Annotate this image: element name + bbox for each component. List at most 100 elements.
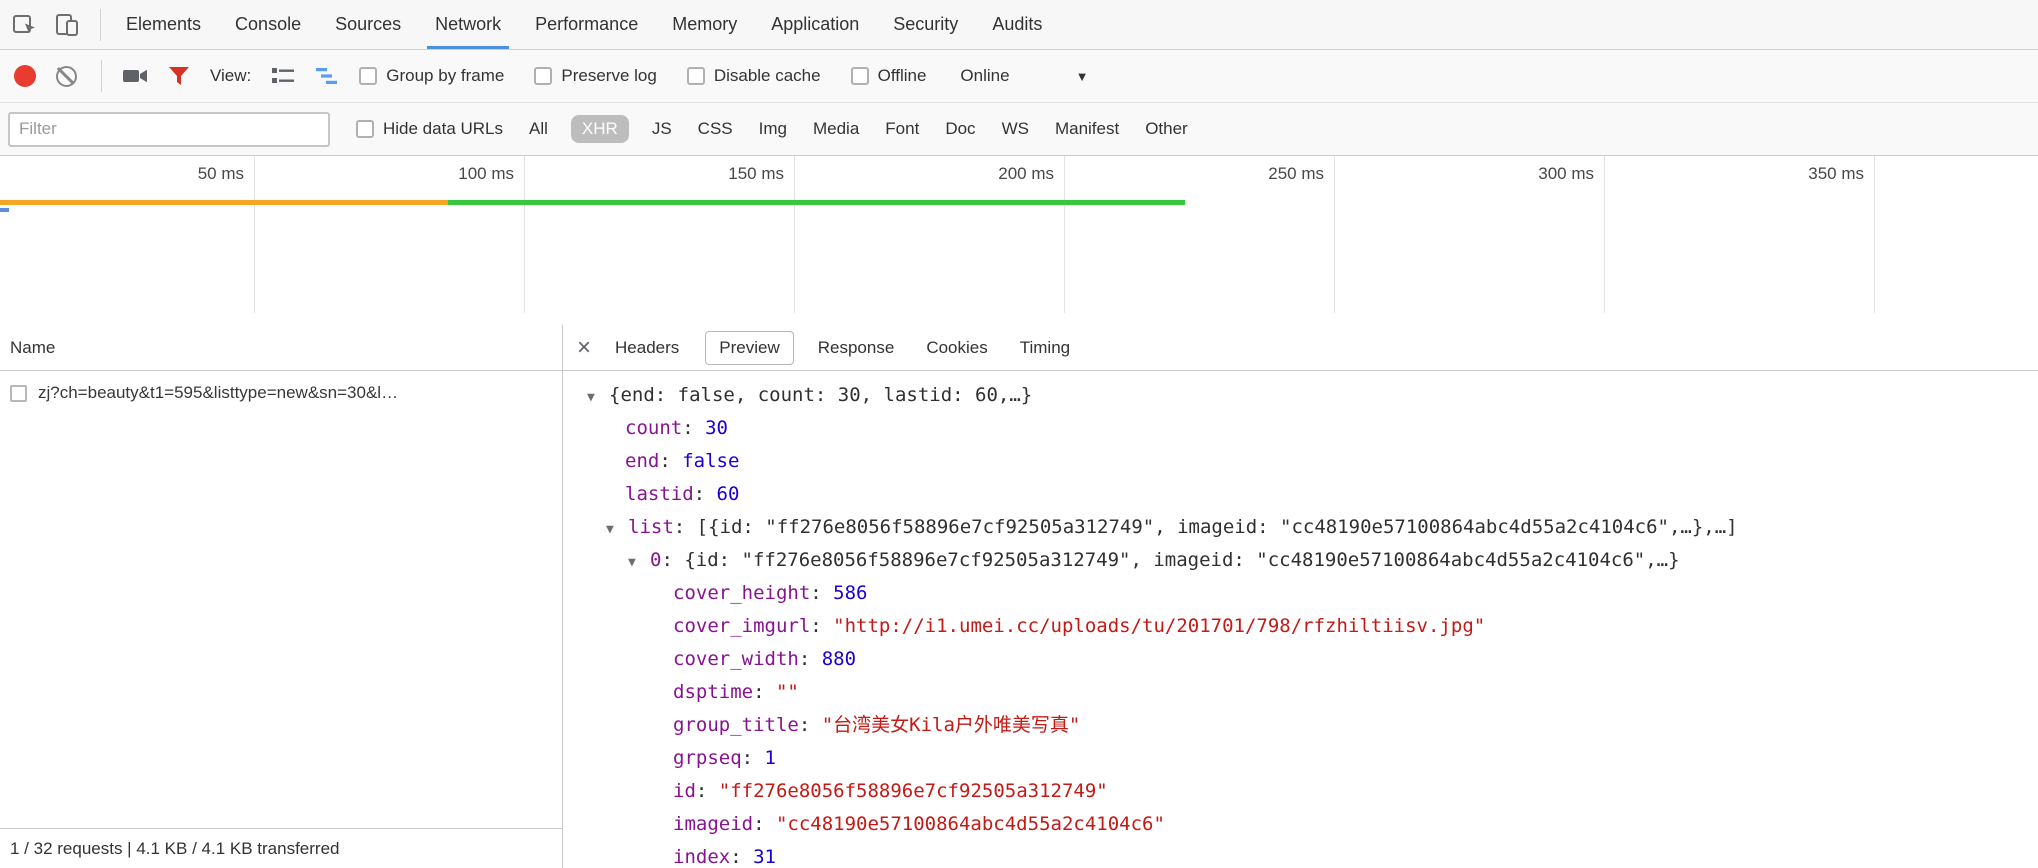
- resource-type-filters: AllXHRJSCSSImgMediaFontDocWSManifestOthe…: [529, 119, 1188, 139]
- preview-line: imageid: "cc48190e57100864abc4d55a2c4104…: [563, 808, 2038, 841]
- devtools-window: ElementsConsoleSourcesNetworkPerformance…: [0, 0, 2038, 868]
- column-header-name[interactable]: Name: [0, 325, 562, 371]
- throttling-select[interactable]: Online: [960, 66, 1009, 86]
- filter-type-all[interactable]: All: [529, 119, 548, 139]
- checkbox-label: Disable cache: [714, 66, 821, 86]
- preview-line: ▼{end: false, count: 30, lastid: 60,…}: [563, 379, 2038, 412]
- json-token-k: count: [625, 417, 682, 439]
- checkbox-box[interactable]: [851, 67, 869, 85]
- timeline-gridline: [1874, 156, 1875, 313]
- filter-type-manifest[interactable]: Manifest: [1055, 119, 1119, 139]
- detail-tab-cookies[interactable]: Cookies: [920, 332, 993, 364]
- tab-audits[interactable]: Audits: [975, 0, 1059, 49]
- checkbox-box[interactable]: [356, 120, 374, 138]
- request-row[interactable]: zj?ch=beauty&t1=595&listtype=new&sn=30&l…: [0, 371, 562, 415]
- detail-tabs: Headers Preview Response Cookies Timing: [609, 331, 1096, 365]
- tab-console[interactable]: Console: [218, 0, 318, 49]
- tab-performance[interactable]: Performance: [518, 0, 655, 49]
- device-toolbar-icon[interactable]: [54, 12, 80, 38]
- disclosure-triangle-icon[interactable]: ▼: [587, 381, 609, 414]
- json-token-k: cover_width: [673, 648, 799, 670]
- checkbox-group-by-frame[interactable]: Group by frame: [359, 66, 504, 86]
- tab-sources[interactable]: Sources: [318, 0, 418, 49]
- large-rows-icon[interactable]: [271, 66, 295, 86]
- json-token-p: : {id: "ff276e8056f58896e7cf92505a312749…: [661, 549, 1679, 571]
- json-token-k: end: [625, 450, 659, 472]
- detail-tab-preview[interactable]: Preview: [705, 331, 793, 365]
- json-token-p: :: [810, 615, 833, 637]
- filter-type-css[interactable]: CSS: [698, 119, 733, 139]
- tab-elements[interactable]: Elements: [109, 0, 218, 49]
- detail-tab-headers[interactable]: Headers: [609, 332, 685, 364]
- tab-security[interactable]: Security: [876, 0, 975, 49]
- requests-summary: 1 / 32 requests | 4.1 KB / 4.1 KB transf…: [10, 839, 339, 859]
- json-token-k: grpseq: [673, 747, 742, 769]
- clear-icon[interactable]: [56, 66, 77, 87]
- filter-type-xhr[interactable]: XHR: [571, 115, 629, 143]
- filter-type-js[interactable]: JS: [652, 119, 672, 139]
- detail-tab-response[interactable]: Response: [812, 332, 901, 364]
- requests-panel: Name zj?ch=beauty&t1=595&listtype=new&sn…: [0, 325, 563, 868]
- checkbox-offline[interactable]: Offline: [851, 66, 927, 86]
- json-token-k: cover_imgurl: [673, 615, 810, 637]
- json-token-n: 30: [705, 417, 728, 439]
- checkbox-label: Preserve log: [561, 66, 656, 86]
- timeline-gridline: [254, 156, 255, 313]
- network-overview[interactable]: 50 ms100 ms150 ms200 ms250 ms300 ms350 m…: [0, 156, 2038, 313]
- filter-type-other[interactable]: Other: [1145, 119, 1188, 139]
- disclosure-triangle-icon[interactable]: ▼: [628, 546, 650, 579]
- detail-tab-timing[interactable]: Timing: [1014, 332, 1076, 364]
- json-token-k: cover_height: [673, 582, 810, 604]
- filter-type-media[interactable]: Media: [813, 119, 859, 139]
- chevron-down-icon[interactable]: ▼: [1076, 69, 1089, 84]
- inspect-element-icon[interactable]: [12, 12, 38, 38]
- close-icon[interactable]: ×: [577, 336, 591, 360]
- json-token-p: :: [799, 714, 822, 736]
- checkbox-box[interactable]: [359, 67, 377, 85]
- timeline-label: 200 ms: [904, 164, 1054, 184]
- filter-bar: Hide data URLs All XHR JS CSS Img Media Font Do…: [0, 103, 2038, 156]
- checkbox-hide-data-urls[interactable]: Hide data URLs: [356, 119, 503, 139]
- overview-request-tick: [0, 208, 9, 212]
- capture-screenshots-icon[interactable]: [122, 66, 148, 86]
- checkbox-disable-cache[interactable]: Disable cache: [687, 66, 821, 86]
- toolbar-checkboxes: Group by frame Preserve log Disable cache O…: [359, 66, 926, 86]
- overview-bar-orange: [0, 200, 448, 205]
- requests-list: zj?ch=beauty&t1=595&listtype=new&sn=30&l…: [0, 371, 562, 415]
- json-token-n: 60: [717, 483, 740, 505]
- timeline-gridline: [1064, 156, 1065, 313]
- disclosure-triangle-icon[interactable]: ▼: [606, 513, 628, 546]
- tab-network[interactable]: Network: [418, 0, 518, 49]
- checkbox-box[interactable]: [534, 67, 552, 85]
- tabbar-tools: [0, 0, 109, 49]
- timeline-gridline: [524, 156, 525, 313]
- json-token-p: :: [696, 780, 719, 802]
- timeline-gridline: [1604, 156, 1605, 313]
- json-token-k: list: [628, 516, 674, 538]
- filter-type-doc[interactable]: Doc: [945, 119, 975, 139]
- json-token-p: :: [742, 747, 765, 769]
- preview-line: grpseq: 1: [563, 742, 2038, 775]
- json-token-p: :: [753, 681, 776, 703]
- tab-application[interactable]: Application: [754, 0, 876, 49]
- preview-line: count: 30: [563, 412, 2038, 445]
- preview-line: cover_width: 880: [563, 643, 2038, 676]
- filter-type-img[interactable]: Img: [759, 119, 787, 139]
- show-overview-icon[interactable]: [315, 66, 339, 86]
- tab-memory[interactable]: Memory: [655, 0, 754, 49]
- filter-input[interactable]: [8, 112, 330, 147]
- toolbar-divider: [100, 9, 101, 41]
- filter-type-ws[interactable]: WS: [1002, 119, 1029, 139]
- json-token-p: {end: false, count: 30, lastid: 60,…}: [609, 384, 1032, 406]
- preview-line: ▼0: {id: "ff276e8056f58896e7cf92505a3127…: [563, 544, 2038, 577]
- filter-funnel-icon[interactable]: [168, 66, 190, 86]
- filter-type-font[interactable]: Font: [885, 119, 919, 139]
- checkbox-box[interactable]: [687, 67, 705, 85]
- toolbar-divider: [101, 60, 102, 92]
- json-token-p: :: [753, 813, 776, 835]
- checkbox-preserve-log[interactable]: Preserve log: [534, 66, 656, 86]
- timeline-label: 100 ms: [364, 164, 514, 184]
- preview-line: dsptime: "": [563, 676, 2038, 709]
- record-button[interactable]: [14, 65, 36, 87]
- timeline-label: 50 ms: [94, 164, 244, 184]
